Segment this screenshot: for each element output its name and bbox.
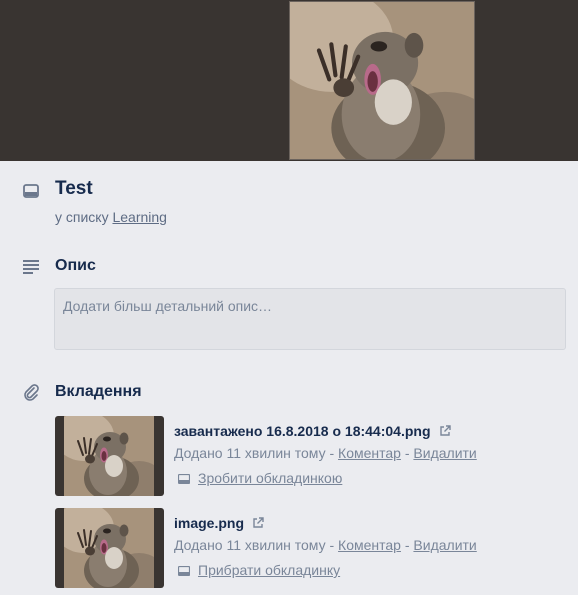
external-link-icon[interactable] [439, 425, 451, 437]
separator: - [404, 537, 410, 553]
card-icon [23, 184, 39, 198]
card-title[interactable]: Test [55, 178, 93, 200]
attachments-heading: Вкладення [55, 383, 142, 400]
attachment-thumbnail[interactable] [55, 508, 164, 588]
cover-image[interactable] [289, 1, 475, 160]
attachment-thumbnail[interactable] [55, 416, 164, 496]
card-cover-icon [178, 474, 190, 484]
external-link-icon[interactable] [252, 517, 264, 529]
attachment-item: завантажено 16.8.2018 о 18:44:04.png Дод… [55, 416, 565, 496]
list-link[interactable]: Learning [112, 209, 167, 225]
attachment-name-text[interactable]: image.png [174, 515, 244, 531]
delete-link[interactable]: Видалити [413, 537, 476, 553]
comment-link[interactable]: Коментар [338, 445, 401, 461]
paperclip-icon [24, 384, 39, 401]
separator: - [329, 445, 335, 461]
comment-link[interactable]: Коментар [338, 537, 401, 553]
in-list-prefix: у списку [55, 209, 109, 225]
squirrel-image [290, 2, 475, 160]
card-cover [0, 0, 578, 161]
delete-link[interactable]: Видалити [413, 445, 476, 461]
separator: - [329, 537, 335, 553]
attachment-name[interactable]: image.png [174, 515, 264, 531]
squirrel-image [64, 416, 154, 496]
description-heading: Опис [55, 257, 96, 274]
in-list-text: у списку Learning [55, 209, 167, 225]
description-lines-icon [23, 260, 39, 274]
attachment-added: Додано 11 хвилин тому [174, 537, 326, 553]
attachment-meta: Додано 11 хвилин тому - Коментар - Видал… [174, 445, 477, 461]
make-cover-link[interactable]: Зробити обкладинкою [198, 470, 342, 486]
attachment-item: image.png Додано 11 хвилин тому - Комент… [55, 508, 565, 588]
separator: - [404, 445, 410, 461]
attachment-name[interactable]: завантажено 16.8.2018 о 18:44:04.png [174, 423, 451, 439]
attachment-added: Додано 11 хвилин тому [174, 445, 326, 461]
cover-action: Прибрати обкладинку [178, 562, 340, 578]
remove-cover-link[interactable]: Прибрати обкладинку [198, 562, 340, 578]
attachment-name-text[interactable]: завантажено 16.8.2018 о 18:44:04.png [174, 423, 431, 439]
description-input[interactable]: Додати більш детальний опис… [54, 288, 566, 350]
squirrel-image [64, 508, 154, 588]
attachment-meta: Додано 11 хвилин тому - Коментар - Видал… [174, 537, 477, 553]
card-cover-icon [178, 566, 190, 576]
cover-action: Зробити обкладинкою [178, 470, 342, 486]
